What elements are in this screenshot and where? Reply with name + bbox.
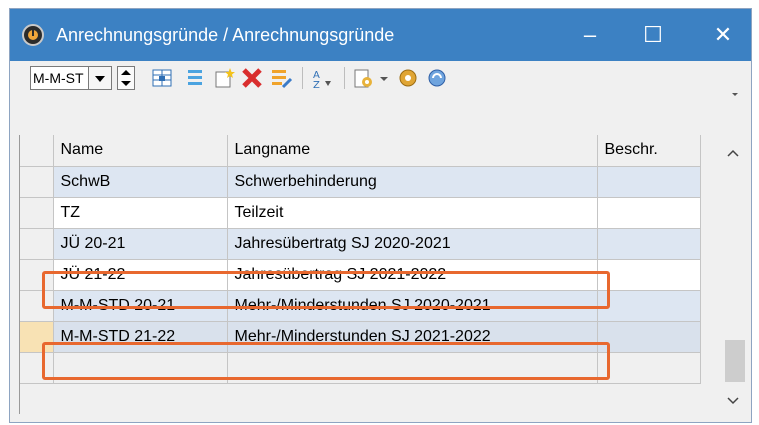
- cell-beschr[interactable]: [597, 321, 701, 353]
- toolbar-separator: [302, 67, 303, 89]
- scrollbar-thumb[interactable]: [725, 340, 745, 382]
- delete-icon[interactable]: [240, 67, 264, 89]
- cell-langname[interactable]: Schwerbehinderung: [227, 166, 598, 198]
- filter-select[interactable]: M-M-ST: [30, 66, 112, 90]
- svg-text:Z: Z: [313, 80, 320, 89]
- highlight-box: [42, 271, 610, 309]
- row-selector[interactable]: [20, 197, 54, 229]
- filter-select-value: M-M-ST: [33, 70, 84, 86]
- toolbar-overflow-icon[interactable]: [728, 81, 742, 103]
- header-corner: [20, 135, 54, 167]
- cell-beschr[interactable]: [597, 290, 701, 322]
- sort-icon[interactable]: AZ: [310, 67, 334, 89]
- scroll-down-icon[interactable]: [727, 397, 739, 405]
- grid-add-icon[interactable]: [150, 67, 174, 89]
- cell-langname[interactable]: Jahresübertratg SJ 2020-2021: [227, 228, 598, 260]
- cell-langname[interactable]: Teilzeit: [227, 197, 598, 229]
- maximize-button[interactable]: ☐: [630, 17, 676, 53]
- table-row[interactable]: TZ Teilzeit: [20, 197, 701, 229]
- toolbar-separator: [344, 67, 345, 89]
- header-row: Name Langname Beschr.: [20, 135, 701, 167]
- column-header-name[interactable]: Name: [53, 135, 228, 167]
- clock-app-icon: [22, 24, 44, 46]
- row-selector[interactable]: [20, 166, 54, 198]
- cell-beschr[interactable]: [597, 352, 701, 384]
- column-header-beschr[interactable]: Beschr.: [597, 135, 701, 167]
- cell-beschr[interactable]: [597, 228, 701, 260]
- title-bar[interactable]: Anrechnungsgründe / Anrechnungsgründe ‒ …: [10, 9, 751, 61]
- chevron-down-icon[interactable]: [88, 67, 111, 89]
- cell-beschr[interactable]: [597, 197, 701, 229]
- column-header-langname[interactable]: Langname: [227, 135, 598, 167]
- settings-gear-icon[interactable]: [396, 67, 420, 89]
- window-title: Anrechnungsgründe / Anrechnungsgründe: [56, 25, 395, 45]
- highlight-box: [42, 342, 610, 380]
- report-icon[interactable]: [351, 67, 375, 89]
- cell-name[interactable]: JÜ 20-21: [53, 228, 228, 260]
- close-button[interactable]: ✕: [700, 17, 746, 53]
- refresh-icon[interactable]: [425, 67, 449, 89]
- filter-spinner[interactable]: [117, 66, 135, 90]
- chevron-down-icon[interactable]: [378, 67, 390, 89]
- columns-icon[interactable]: [183, 67, 207, 89]
- minimize-button[interactable]: ‒: [567, 17, 613, 53]
- table-row[interactable]: SchwB Schwerbehinderung: [20, 166, 701, 198]
- toolbar: M-M-ST AZ: [10, 61, 751, 135]
- table-row[interactable]: JÜ 20-21 Jahresübertratg SJ 2020-2021: [20, 228, 701, 260]
- cell-beschr[interactable]: [597, 259, 701, 291]
- list-edit-icon[interactable]: [269, 67, 293, 89]
- row-selector[interactable]: [20, 228, 54, 260]
- new-record-icon[interactable]: [212, 67, 236, 89]
- cell-name[interactable]: SchwB: [53, 166, 228, 198]
- cell-name[interactable]: TZ: [53, 197, 228, 229]
- scroll-up-icon[interactable]: [727, 149, 739, 157]
- vertical-scrollbar[interactable]: [719, 135, 751, 414]
- cell-beschr[interactable]: [597, 166, 701, 198]
